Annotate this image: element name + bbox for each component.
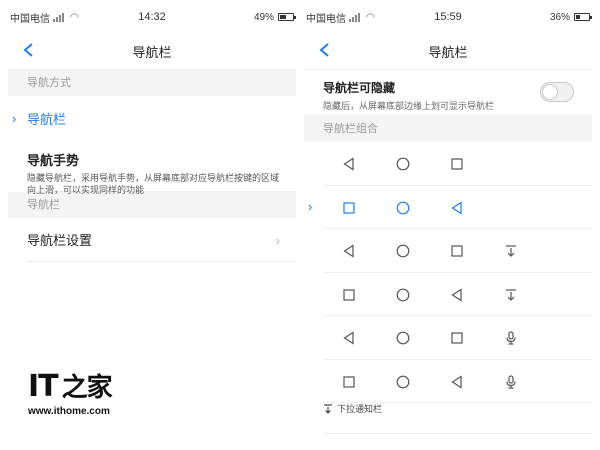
watermark-brand: IT: [28, 369, 59, 404]
home-circle-icon: [395, 200, 411, 216]
pulldown-legend-label: 下拉通知栏: [337, 404, 383, 414]
home-circle-icon: [395, 374, 411, 390]
chevron-right-icon: ›: [275, 232, 280, 248]
home-circle-icon: [395, 287, 411, 303]
recent-square-icon: [449, 330, 465, 346]
home-circle-icon: [395, 156, 411, 172]
watermark-logo: IT 之家: [28, 369, 113, 404]
back-triangle-icon: [341, 243, 357, 259]
mic-icon: [503, 330, 519, 346]
status-time: 14:32: [138, 11, 166, 23]
recent-square-icon: [449, 243, 465, 259]
title-bar: 导航栏: [8, 34, 296, 70]
back-triangle-icon: [449, 374, 465, 390]
back-arrow-icon: [23, 43, 33, 57]
right-phone-screen: 中国电信 ◠ 15:59 36% 导航栏 导航栏可隐藏 隐藏后，从屏幕底部边缘上…: [304, 0, 592, 450]
left-phone-screen: 中国电信 ◠ 14:32 49% 导航栏 导航方式 › 导航栏 导航手势 隐藏导…: [8, 0, 296, 450]
back-button[interactable]: [318, 42, 336, 60]
navigation-bar-settings-row[interactable]: 导航栏设置 ›: [27, 218, 296, 262]
hide-navbar-toggle[interactable]: [540, 82, 574, 102]
combo-row[interactable]: [323, 360, 592, 403]
recent-square-icon: [341, 374, 357, 390]
section-header-nav-method: 导航方式: [8, 70, 296, 96]
home-circle-icon: [395, 330, 411, 346]
option-description: 隐藏导航栏，采用导航手势，从屏幕底部对应导航栏按键的区域向上滑，可以实现同样的功…: [27, 173, 280, 195]
back-triangle-icon: [449, 287, 465, 303]
title-bar: 导航栏: [304, 34, 592, 70]
settings-label: 导航栏设置: [27, 233, 93, 248]
back-button[interactable]: [22, 42, 40, 60]
selected-chevron-icon: ›: [308, 198, 313, 214]
back-triangle-icon: [341, 330, 357, 346]
hide-navbar-setting: 导航栏可隐藏 隐藏后，从屏幕底部边缘上划可显示导航栏: [304, 70, 592, 116]
section-header-combos: 导航栏组合: [304, 116, 592, 142]
status-bar: 中国电信 ◠ 15:59 36%: [304, 0, 592, 34]
option-label: 导航手势: [27, 153, 80, 168]
pulldown-icon: [324, 403, 332, 414]
divider: [323, 433, 592, 434]
recent-square-icon: [341, 200, 357, 216]
page-title: 导航栏: [428, 45, 468, 60]
pulldown-icon: [503, 243, 519, 259]
option-label: 导航栏: [27, 111, 67, 127]
watermark-url: www.ithome.com: [28, 406, 110, 417]
status-bar: 中国电信 ◠ 14:32 49%: [8, 0, 296, 34]
selected-chevron-icon: ›: [12, 110, 17, 126]
combo-row[interactable]: [323, 142, 592, 186]
battery-icon: [574, 13, 592, 21]
mic-icon: [503, 374, 519, 390]
ithome-watermark: IT 之家 www.ithome.com: [28, 369, 113, 418]
back-arrow-icon: [319, 43, 329, 57]
combo-row[interactable]: ›: [308, 186, 592, 229]
combo-row[interactable]: [323, 273, 592, 316]
recent-square-icon: [449, 156, 465, 172]
home-circle-icon: [395, 243, 411, 259]
combo-list: ›: [304, 142, 592, 403]
pulldown-legend: 下拉通知栏: [323, 402, 382, 415]
page-title: 导航栏: [132, 45, 172, 60]
toggle-knob: [542, 84, 558, 100]
pulldown-icon: [503, 287, 519, 303]
back-triangle-icon: [341, 156, 357, 172]
option-navigation-bar[interactable]: › 导航栏: [8, 96, 296, 140]
combo-row[interactable]: [323, 316, 592, 360]
recent-square-icon: [341, 287, 357, 303]
option-navigation-gesture[interactable]: 导航手势 隐藏导航栏，采用导航手势，从屏幕底部对应导航栏按键的区域向上滑，可以实…: [27, 140, 296, 195]
combo-row[interactable]: [323, 229, 592, 273]
battery-icon: [278, 13, 296, 21]
status-time: 15:59: [434, 11, 462, 23]
back-triangle-icon: [449, 200, 465, 216]
watermark-brand-char: 之家: [61, 373, 113, 403]
